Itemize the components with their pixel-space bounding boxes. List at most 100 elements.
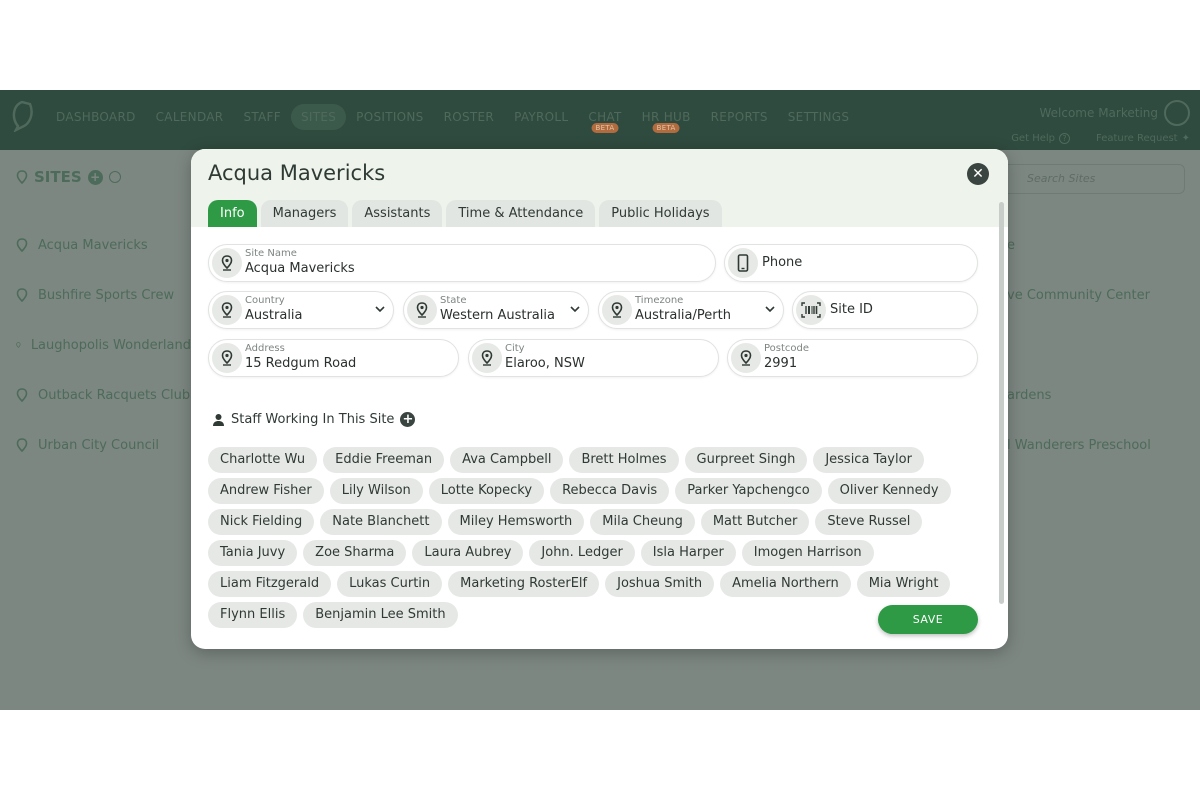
sites-title: SITES: [34, 168, 82, 186]
site-list-item-right[interactable]: e: [1007, 220, 1200, 270]
staff-chip[interactable]: Ava Campbell: [450, 447, 564, 473]
staff-chip[interactable]: Mila Cheung: [590, 509, 695, 535]
staff-chip[interactable]: Miley Hemsworth: [447, 509, 585, 535]
tab-info[interactable]: Info: [208, 200, 257, 227]
site-list-item[interactable]: Bushfire Sports Crew: [16, 270, 191, 320]
staff-chip[interactable]: Lily Wilson: [329, 478, 423, 504]
staff-chip[interactable]: Eddie Freeman: [323, 447, 445, 473]
site-list-item[interactable]: Acqua Mavericks: [16, 220, 191, 270]
staff-chip[interactable]: Flynn Ellis: [208, 602, 298, 628]
modal-scrollbar[interactable]: [999, 202, 1004, 604]
lightbulb-icon: ✦: [1181, 133, 1190, 144]
site-list-item[interactable]: Urban City Council: [16, 420, 191, 470]
staff-chip[interactable]: Tania Juvy: [208, 540, 298, 566]
staff-chip[interactable]: Imogen Harrison: [741, 540, 874, 566]
staff-chip[interactable]: Nick Fielding: [208, 509, 315, 535]
staff-chip[interactable]: Nate Blanchett: [320, 509, 442, 535]
location-pin-icon: [602, 295, 632, 325]
nav-item-label: REPORTS: [710, 110, 768, 124]
staff-chip[interactable]: Lotte Kopecky: [428, 478, 545, 504]
staff-chip[interactable]: Lukas Curtin: [337, 571, 443, 597]
timezone-label: Timezone: [635, 295, 684, 306]
staff-chip[interactable]: Laura Aubrey: [412, 540, 524, 566]
staff-chip[interactable]: Amelia Northern: [720, 571, 851, 597]
site-list-item-right[interactable]: [1007, 320, 1200, 370]
address-value: 15 Redgum Road: [245, 356, 357, 371]
phone-field[interactable]: Phone: [724, 244, 978, 282]
staff-chip[interactable]: Marketing RosterElf: [448, 571, 600, 597]
add-site-icon[interactable]: +: [87, 169, 103, 185]
site-id-field[interactable]: Site ID: [792, 291, 978, 329]
staff-chip[interactable]: John. Ledger: [529, 540, 635, 566]
staff-chip[interactable]: Brett Holmes: [569, 447, 679, 473]
tab-public-holidays[interactable]: Public Holidays: [599, 200, 722, 227]
get-help-link[interactable]: Get Help ?: [1011, 133, 1070, 144]
site-name-field[interactable]: Site Name Acqua Mavericks: [208, 244, 716, 282]
staff-chip[interactable]: Zoe Sharma: [303, 540, 407, 566]
site-list-item[interactable]: Laughopolis Wonderland: [16, 320, 191, 370]
phone-placeholder: Phone: [762, 255, 803, 270]
postcode-field[interactable]: Postcode 2991: [727, 339, 978, 377]
location-pin-icon: [407, 295, 437, 325]
person-icon: [213, 413, 224, 426]
nav-item-label: DASHBOARD: [56, 110, 136, 124]
site-list-item-right[interactable]: ardens: [1007, 370, 1200, 420]
site-list-item-right[interactable]: l Wanderers Preschool: [1007, 420, 1200, 470]
rosterelf-logo-icon[interactable]: [8, 98, 36, 132]
staff-chip[interactable]: Oliver Kennedy: [827, 478, 951, 504]
site-list-item-label: Laughopolis Wonderland: [30, 337, 191, 353]
staff-chip[interactable]: Liam Fitzgerald: [208, 571, 332, 597]
site-list-item[interactable]: Outback Racquets Club: [16, 370, 191, 420]
timezone-select[interactable]: Timezone Australia/Perth: [598, 291, 784, 329]
info-icon[interactable]: [108, 171, 121, 183]
feature-request-link[interactable]: Feature Request ✦: [1096, 133, 1190, 144]
staff-chip[interactable]: Charlotte Wu: [208, 447, 318, 473]
nav-item-settings[interactable]: SETTINGS: [778, 104, 859, 130]
nav-item-hr-hub[interactable]: HR HUB BETA: [632, 104, 701, 133]
chevron-down-icon: [765, 306, 775, 313]
tab-assistants[interactable]: Assistants: [352, 200, 443, 227]
nav-item-chat[interactable]: CHAT BETA: [578, 104, 631, 133]
staff-chip[interactable]: Steve Russel: [815, 509, 923, 535]
city-field[interactable]: City Elaroo, NSW: [468, 339, 719, 377]
nav-item-label: SITES: [300, 110, 337, 124]
tab-managers[interactable]: Managers: [260, 200, 349, 227]
nav-item-reports[interactable]: REPORTS: [701, 104, 778, 130]
location-pin-icon: [16, 342, 21, 348]
location-pin-icon: [16, 238, 28, 252]
nav-item-dashboard[interactable]: DASHBOARD: [46, 104, 146, 130]
country-select[interactable]: Country Australia: [208, 291, 394, 329]
close-icon[interactable]: ✕: [967, 163, 989, 185]
site-list-item-label: Bushfire Sports Crew: [38, 287, 175, 303]
barcode-icon: [796, 295, 826, 325]
staff-chip[interactable]: Joshua Smith: [605, 571, 715, 597]
staff-chip[interactable]: Mia Wright: [856, 571, 951, 597]
staff-chip[interactable]: Gurpreet Singh: [684, 447, 808, 473]
user-avatar[interactable]: [1164, 100, 1190, 126]
address-field[interactable]: Address 15 Redgum Road: [208, 339, 459, 377]
staff-chip[interactable]: Benjamin Lee Smith: [303, 602, 458, 628]
site-list-item-right[interactable]: ve Community Center: [1007, 270, 1200, 320]
staff-chip[interactable]: Andrew Fisher: [208, 478, 324, 504]
nav-item-calendar[interactable]: CALENDAR: [146, 104, 234, 130]
tab-time-attendance[interactable]: Time & Attendance: [446, 200, 596, 227]
nav-item-label: HR HUB: [641, 110, 691, 124]
nav-item-roster[interactable]: ROSTER: [434, 104, 504, 130]
nav-item-sites[interactable]: SITES: [290, 104, 347, 130]
staff-chip[interactable]: Jessica Taylor: [813, 447, 924, 473]
nav-item-positions[interactable]: POSITIONS: [346, 104, 433, 130]
location-pin-icon: [16, 388, 28, 402]
nav-item-staff[interactable]: STAFF: [233, 104, 291, 130]
location-pin-icon: [16, 288, 28, 302]
staff-chip[interactable]: Parker Yapchengco: [675, 478, 822, 504]
nav-item-payroll[interactable]: PAYROLL: [504, 104, 578, 130]
address-label: Address: [245, 343, 285, 354]
staff-chip[interactable]: Rebecca Davis: [550, 478, 670, 504]
search-sites-input[interactable]: Search Sites: [990, 164, 1185, 194]
state-select[interactable]: State Western Australia: [403, 291, 589, 329]
staff-chip[interactable]: Isla Harper: [640, 540, 736, 566]
save-button[interactable]: SAVE: [878, 605, 978, 634]
site-name-label: Site Name: [245, 248, 297, 259]
staff-chip[interactable]: Matt Butcher: [700, 509, 810, 535]
add-staff-icon[interactable]: +: [400, 412, 416, 427]
